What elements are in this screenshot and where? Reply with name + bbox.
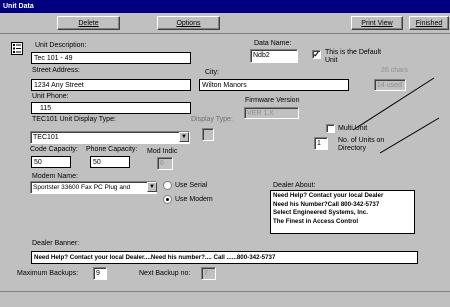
status-bar [0, 292, 450, 307]
default-unit-label-line1: This is the Default [325, 49, 382, 56]
delete-button[interactable]: Delete [57, 16, 120, 30]
street-address-label: Street Address: [32, 67, 80, 74]
unit-phone-input[interactable]: 115 [31, 102, 191, 114]
maximum-backups-label: Maximum Backups: [17, 270, 79, 277]
modem-name-select[interactable]: Sportster 33600 Fax PC Plug and [30, 181, 157, 194]
units-on-directory-label-line2: Directory [338, 145, 367, 152]
chars-count-label: 26 chars [381, 67, 408, 74]
display-type-label: Display Type: [191, 116, 233, 123]
units-on-directory-label-line1: No. of Units on [338, 137, 385, 144]
print-view-button[interactable]: Print View [351, 16, 403, 30]
toolbar: Delete Options Print View Finished [0, 13, 450, 34]
modem-name-value: Sportster 33600 Fax PC Plug and [33, 184, 131, 191]
dealer-banner-label: Dealer Banner: [32, 240, 80, 247]
unit-description-input[interactable]: Tec 101 - 49 [31, 52, 191, 64]
units-on-directory-input[interactable]: 1 [314, 137, 328, 150]
next-backup-label: Next Backup no: [139, 270, 191, 277]
next-backup-field: 7 [201, 267, 216, 280]
options-button[interactable]: Options [157, 16, 220, 30]
city-label: City: [205, 69, 219, 76]
unit-phone-label: Unit Phone: [32, 93, 69, 100]
document-list-icon [11, 42, 23, 55]
dealer-about-line: Select Engineered Systems, Inc. [273, 209, 368, 216]
firmware-version-field: VER 1.X [244, 107, 299, 119]
display-type-select-label: TEC101 Unit Display Type: [32, 116, 116, 123]
maximum-backups-input[interactable]: 9 [93, 267, 107, 280]
firmware-version-label: Firmware Version [245, 97, 300, 104]
street-address-input[interactable]: 1234 Any Street [31, 79, 191, 91]
data-name-input[interactable]: Ndb2 [250, 49, 298, 63]
chevron-down-icon[interactable]: ▼ [179, 132, 189, 142]
use-serial-label: Use Serial [175, 182, 208, 189]
display-type-field [202, 128, 214, 141]
phone-capacity-label: Phone Capacity: [86, 146, 138, 153]
mod-indic-field: 6 [157, 157, 173, 170]
display-type-select[interactable]: TEC101 [30, 131, 190, 144]
unit-description-label: Unit Description: [35, 42, 87, 49]
phone-capacity-input[interactable]: 50 [90, 156, 130, 168]
dealer-about-textarea[interactable]: Need Help? Contact your local Dealer Nee… [270, 190, 415, 234]
dealer-about-line: The Finest in Access Control [273, 217, 359, 225]
dealer-about-label: Dealer About: [273, 182, 316, 189]
chevron-down-icon[interactable]: ▼ [147, 182, 157, 192]
dealer-about-line: Need Help? Contact your local Dealer [273, 192, 384, 199]
data-name-label: Data Name: [254, 40, 292, 47]
default-unit-checkbox[interactable]: ✓ [312, 50, 321, 59]
mod-indic-label: Mod Indic [147, 148, 178, 155]
use-modem-label: Use Modem [175, 196, 213, 203]
window-title: Unit Data [0, 0, 450, 13]
multi-unit-checkbox[interactable] [326, 124, 335, 133]
unit-data-window: Unit Data Delete Options Print View Fini… [0, 0, 450, 307]
dealer-banner-input[interactable]: Need Help? Contact your local Dealer....… [31, 251, 418, 264]
use-serial-radio[interactable] [163, 181, 172, 190]
code-capacity-label: Code Capacity: [30, 146, 78, 153]
city-input[interactable]: Wilton Manors [199, 79, 349, 91]
display-type-select-value: TEC101 [33, 134, 59, 141]
finished-button[interactable]: Finished [409, 16, 449, 30]
modem-name-label: Modem Name: [32, 173, 78, 180]
dealer-about-line: Need his Number?Call 800-342-5737 [273, 200, 380, 208]
multi-unit-label: Multi Unit [338, 125, 368, 132]
code-capacity-input[interactable]: 50 [31, 156, 71, 168]
use-modem-radio[interactable] [163, 195, 172, 204]
default-unit-label-line2: Unit [325, 57, 338, 64]
chars-used-field: 14 used [374, 79, 406, 91]
